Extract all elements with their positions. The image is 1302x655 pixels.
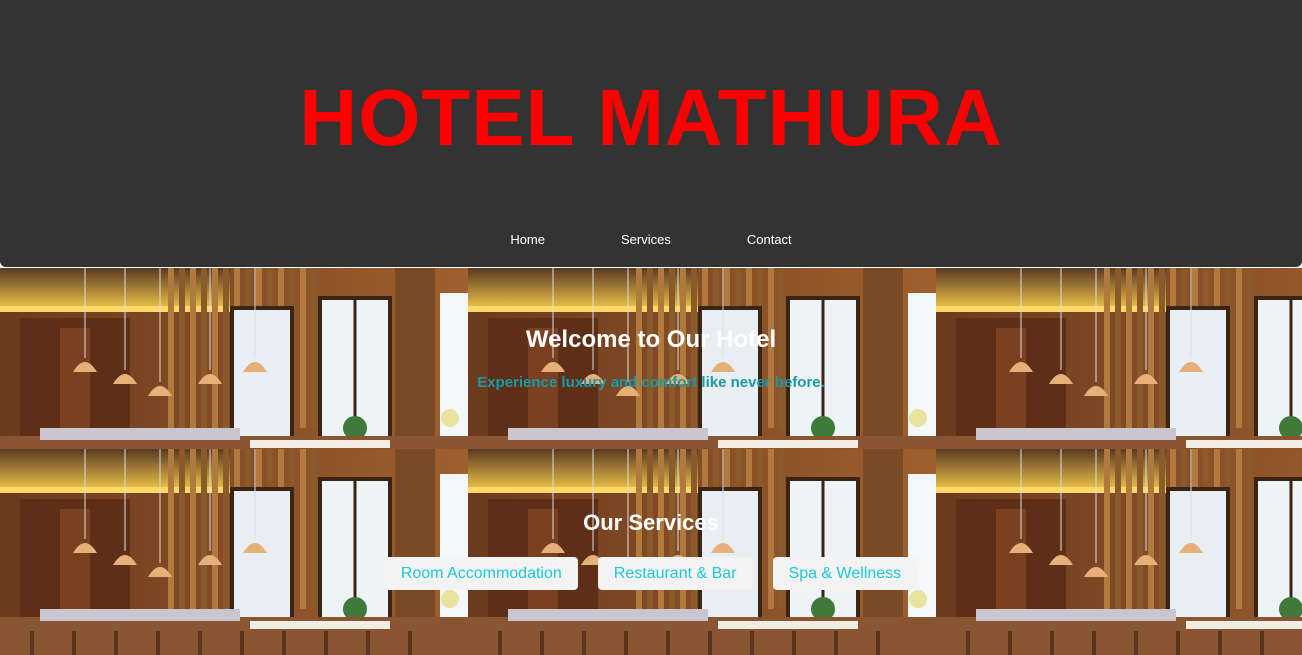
service-room-accommodation[interactable]: Room Accommodation [384, 557, 578, 590]
hero-section: Welcome to Our Hotel Experience luxury a… [0, 268, 1302, 449]
background-photo-tile [936, 268, 1302, 449]
site-title: HOTEL MATHURA [299, 73, 1003, 162]
main-nav: Home Services Contact [0, 230, 1302, 250]
service-restaurant-bar[interactable]: Restaurant & Bar [597, 557, 753, 590]
nav-home-link[interactable]: Home [510, 230, 545, 250]
services-heading: Our Services [583, 510, 719, 535]
background-photo-tile [468, 268, 936, 449]
background-photo-tile [936, 449, 1302, 655]
background-photo-tile [468, 449, 936, 655]
background-photo-tile [0, 268, 468, 449]
hero-tagline: Experience luxury and comfort like never… [477, 374, 825, 391]
nav-contact-link[interactable]: Contact [747, 230, 792, 250]
service-spa-wellness[interactable]: Spa & Wellness [772, 557, 918, 590]
hero-heading: Welcome to Our Hotel [525, 326, 777, 353]
nav-services-link[interactable]: Services [621, 230, 671, 250]
background-photo-tile [0, 449, 468, 655]
services-section: Our Services Room Accommodation Restaura… [0, 449, 1302, 655]
services-list: Room Accommodation Restaurant & Bar Spa … [0, 557, 1302, 590]
site-header: HOTEL MATHURA Home Services Contact [0, 0, 1302, 267]
